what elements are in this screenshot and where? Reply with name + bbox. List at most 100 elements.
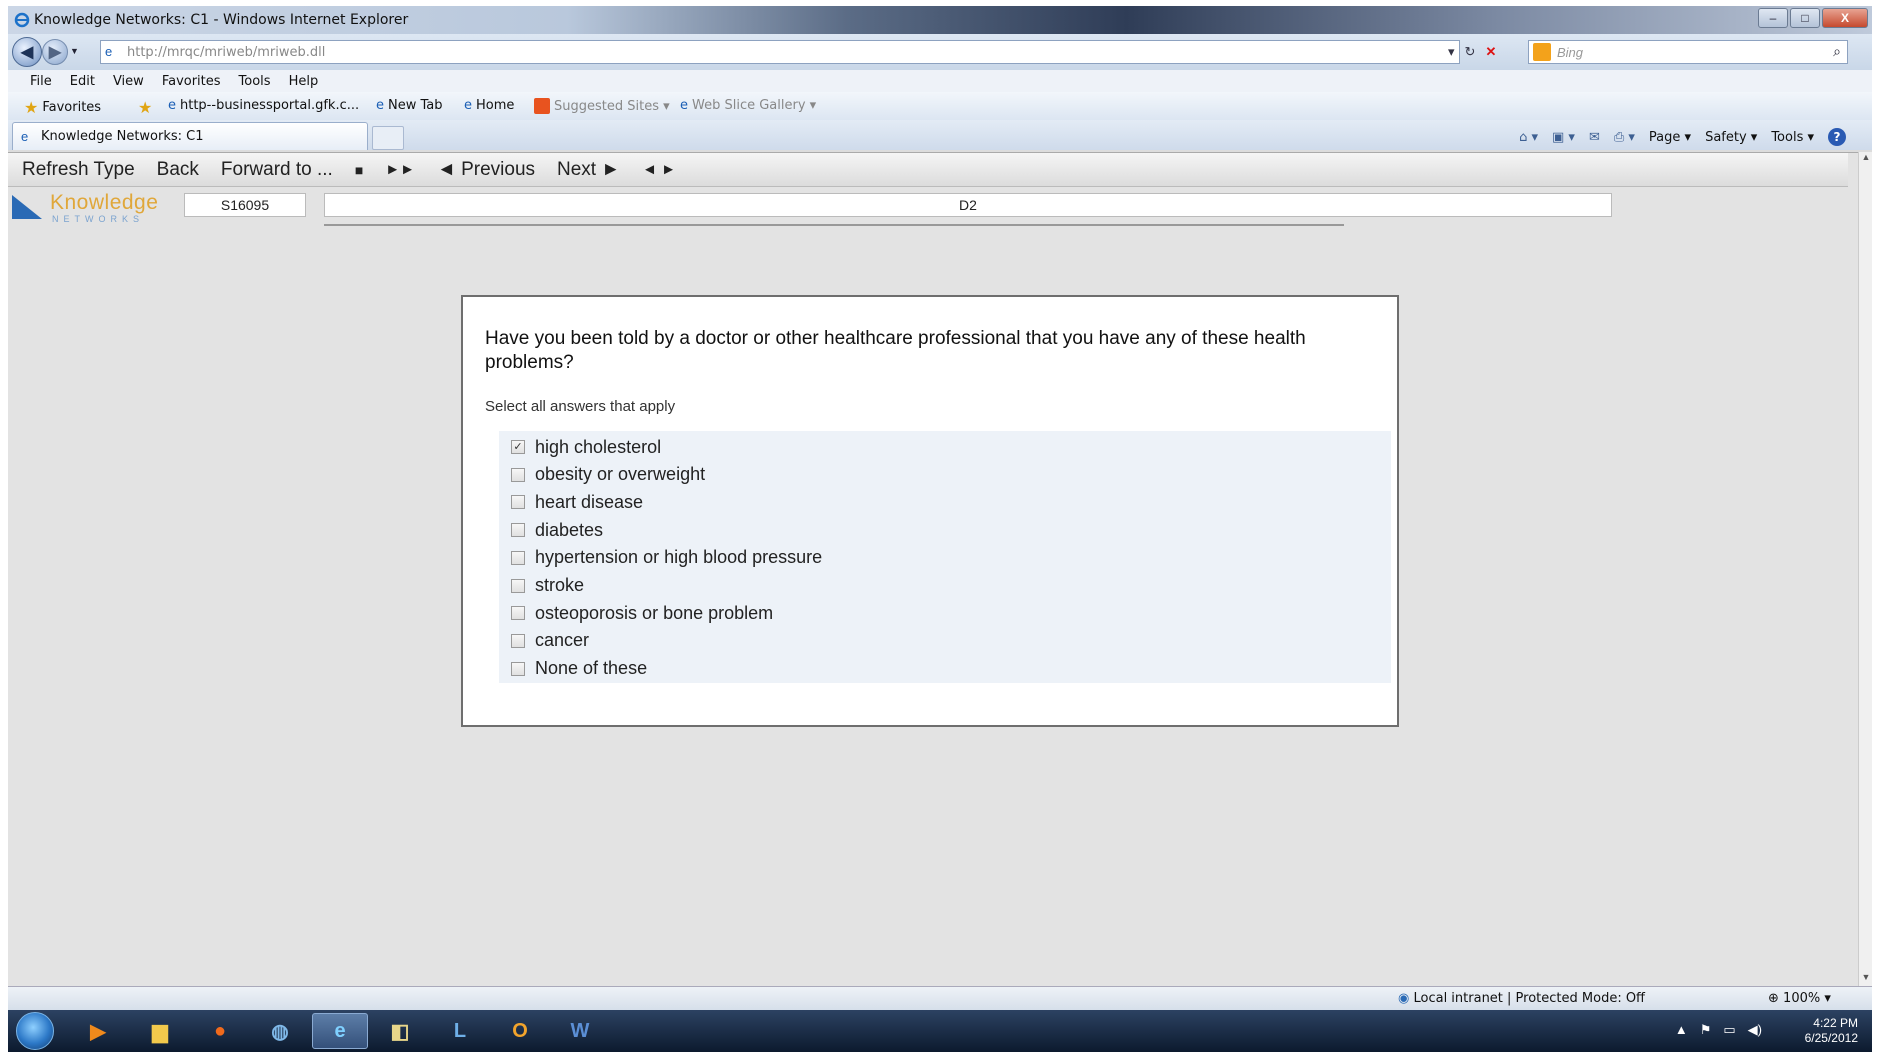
- forward-arrow-icon[interactable]: ▶: [42, 39, 68, 65]
- answer-option[interactable]: stroke: [511, 574, 584, 598]
- history-dropdown-icon[interactable]: ▼: [70, 46, 79, 56]
- firefox-icon[interactable]: ●: [192, 1013, 248, 1049]
- checkbox[interactable]: [511, 606, 525, 621]
- stop-icon[interactable]: ✕: [1485, 44, 1496, 60]
- security-zone: ◉ Local intranet | Protected Mode: Off: [1398, 991, 1645, 1006]
- checkbox[interactable]: [511, 578, 525, 593]
- answer-option-label: diabetes: [535, 519, 604, 540]
- answer-option[interactable]: heart disease: [511, 490, 643, 514]
- fav-link-suggested-sites[interactable]: Suggested Sites ▾: [534, 98, 670, 114]
- new-tab-button[interactable]: [372, 126, 404, 150]
- tab-knowledge-networks[interactable]: e Knowledge Networks: C1: [12, 122, 368, 150]
- favorites-label: Favorites: [42, 100, 102, 115]
- checkbox-checked[interactable]: ✓: [511, 440, 525, 454]
- menu-edit[interactable]: Edit: [70, 74, 95, 89]
- forward-to-button[interactable]: Forward to ...: [221, 159, 333, 181]
- maximize-button[interactable]: □: [1790, 8, 1820, 28]
- address-field[interactable]: e http://mrqc/mriweb/mriweb.dll: [100, 40, 1460, 64]
- checkbox[interactable]: [511, 467, 525, 482]
- zoom-level[interactable]: ⊕ 100% ▾: [1768, 991, 1831, 1006]
- command-bar: ⌂ ▾ ▣ ▾ ✉ ⎙ ▾ Page ▾ Safety ▾ Tools ▾ ?: [1519, 128, 1846, 146]
- outlook-icon[interactable]: O: [492, 1013, 548, 1049]
- page-menu[interactable]: Page ▾: [1649, 130, 1691, 145]
- question-instruction: Select all answers that apply: [485, 398, 676, 415]
- scroll-down-icon[interactable]: ▼: [1859, 972, 1873, 986]
- fav-link-home[interactable]: e Home: [464, 98, 514, 113]
- star-icon: ★: [24, 98, 39, 117]
- menu-favorites[interactable]: Favorites: [162, 74, 221, 89]
- scroll-up-icon[interactable]: ▲: [1859, 152, 1873, 166]
- fav-link-businessportal[interactable]: e http--businessportal.gfk.c...: [168, 98, 359, 113]
- answer-option[interactable]: cancer: [511, 629, 589, 653]
- fav-link-label: Home: [476, 98, 515, 113]
- home-icon[interactable]: ⌂ ▾: [1519, 130, 1538, 145]
- favorites-button[interactable]: ★ Favorites: [24, 98, 101, 117]
- read-mail-icon[interactable]: ✉: [1589, 130, 1600, 145]
- network-tray-icon[interactable]: ▭: [1723, 1022, 1735, 1038]
- stop-button[interactable]: ■: [355, 162, 363, 178]
- fast-forward-button[interactable]: ►►: [385, 161, 415, 178]
- toggle-button[interactable]: ◄ ►: [642, 161, 676, 178]
- answer-option[interactable]: ✓ high cholesterol: [511, 435, 661, 459]
- checkbox[interactable]: [511, 661, 525, 676]
- address-row: ◀ ▶ ▼ e http://mrqc/mriweb/mriweb.dll ▾ …: [8, 34, 1872, 70]
- folder-icon[interactable]: ◧: [372, 1013, 428, 1049]
- tools-menu[interactable]: Tools ▾: [1771, 130, 1814, 145]
- word-icon[interactable]: W: [552, 1013, 608, 1049]
- answer-option[interactable]: diabetes: [511, 518, 603, 542]
- refresh-type-button[interactable]: Refresh Type: [22, 159, 135, 181]
- menu-bar: File Edit View Favorites Tools Help: [8, 70, 1872, 92]
- fav-link-new-tab[interactable]: e New Tab: [376, 98, 443, 113]
- clock[interactable]: 4:22 PM 6/25/2012: [1805, 1016, 1858, 1046]
- safety-menu[interactable]: Safety ▾: [1705, 130, 1757, 145]
- flag-icon[interactable]: ⚑: [1700, 1022, 1712, 1038]
- answer-option-label: osteoporosis or bone problem: [535, 602, 774, 623]
- logo-mark-icon: [12, 195, 42, 219]
- checkbox[interactable]: [511, 550, 525, 565]
- refresh-icon[interactable]: ↻: [1465, 44, 1476, 60]
- help-icon[interactable]: ?: [1828, 128, 1846, 146]
- volume-icon[interactable]: ◀): [1748, 1022, 1762, 1038]
- explorer-icon[interactable]: ▆: [132, 1013, 188, 1049]
- minimize-button[interactable]: –: [1758, 8, 1788, 28]
- tray-expand-icon[interactable]: ▲: [1675, 1022, 1688, 1038]
- fav-link-label: Web Slice Gallery ▾: [692, 98, 817, 113]
- question-panel: Have you been told by a doctor or other …: [461, 295, 1399, 727]
- previous-button[interactable]: ◄ Previous: [437, 159, 535, 181]
- feeds-icon[interactable]: ▣ ▾: [1552, 130, 1575, 145]
- internet-explorer-icon[interactable]: e: [312, 1013, 368, 1049]
- answer-option[interactable]: None of these: [511, 657, 647, 681]
- close-button[interactable]: X: [1822, 8, 1868, 28]
- network-icon[interactable]: ◍: [252, 1013, 308, 1049]
- page-content: Refresh Type Back Forward to ... ■ ►► ◄ …: [8, 152, 1858, 986]
- search-icon[interactable]: ⌕: [1833, 43, 1841, 60]
- answer-options: ✓ high cholesterol obesity or overweight he…: [499, 431, 1391, 683]
- dropdown-icon[interactable]: ▾: [1448, 44, 1455, 60]
- menu-help[interactable]: Help: [289, 74, 319, 89]
- menu-view[interactable]: View: [113, 74, 144, 89]
- menu-file[interactable]: File: [30, 74, 52, 89]
- start-orb-icon[interactable]: [16, 1012, 54, 1050]
- back-button[interactable]: Back: [157, 159, 199, 181]
- checkbox[interactable]: [511, 495, 525, 510]
- globe-icon: ◉: [1398, 991, 1410, 1006]
- back-arrow-icon[interactable]: ◀: [12, 37, 42, 67]
- print-icon[interactable]: ⎙ ▾: [1614, 130, 1635, 145]
- lync-icon[interactable]: L: [432, 1013, 488, 1049]
- url-text: http://mrqc/mriweb/mriweb.dll: [127, 45, 326, 60]
- fav-link-web-slice-gallery[interactable]: e Web Slice Gallery ▾: [680, 98, 816, 113]
- search-input[interactable]: Bing ⌕: [1528, 40, 1848, 64]
- clock-time: 4:22 PM: [1813, 1016, 1858, 1030]
- menu-tools[interactable]: Tools: [239, 74, 271, 89]
- checkbox[interactable]: [511, 633, 525, 648]
- answer-option[interactable]: osteoporosis or bone problem: [511, 601, 773, 625]
- address-buttons: ▾ ↻ ✕: [1448, 44, 1496, 60]
- checkbox[interactable]: [511, 523, 525, 538]
- logo-word: Knowledge: [50, 191, 159, 214]
- next-button[interactable]: Next ►: [557, 159, 620, 181]
- answer-option[interactable]: obesity or overweight: [511, 463, 705, 487]
- vertical-scrollbar[interactable]: ▲ ▼: [1858, 152, 1872, 986]
- media-player-icon[interactable]: ▶: [70, 1013, 126, 1049]
- answer-option[interactable]: hypertension or high blood pressure: [511, 546, 822, 570]
- add-favorite-button[interactable]: ★: [138, 98, 152, 117]
